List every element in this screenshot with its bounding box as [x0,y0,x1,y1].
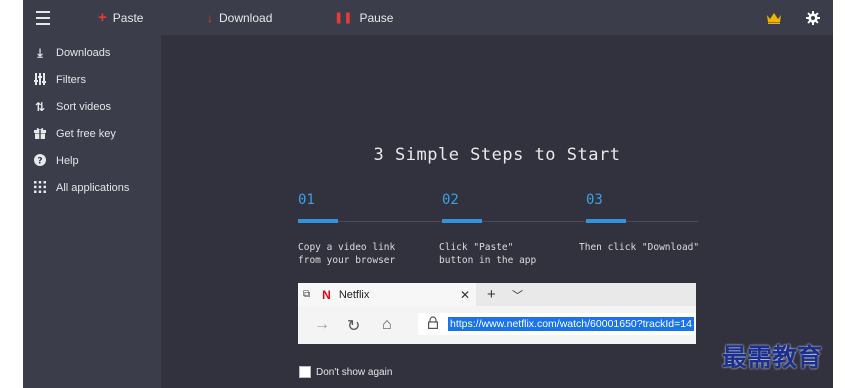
gift-icon [33,127,47,142]
watermark-text: 最需教育 [722,343,823,372]
sidebar-item-filters[interactable]: Filters [23,68,161,92]
sidebar-item-all-applications[interactable]: All applications [23,176,161,200]
step-1-number: 01 [298,192,315,208]
pause-label: Pause [359,10,394,25]
sidebar-item-sort-videos[interactable]: ⇅ Sort videos [23,95,161,119]
dont-show-again-option[interactable]: Don't show again [299,366,392,378]
sidebar-item-get-free-key[interactable]: Get free key [23,122,161,146]
help-icon: ? [33,153,47,169]
step-3-number: 03 [586,192,603,208]
step-1-bar [298,219,338,223]
close-icon: ✕ [460,287,471,302]
step-3-bar [586,219,626,223]
step-2-text: Click "Paste" button in the app [439,242,537,266]
pause-button[interactable]: ❚❚ Pause [334,0,393,35]
new-tab-icon: + [487,286,496,303]
forward-arrow-icon: → [314,316,330,333]
chevron-down-icon: ﹀ [512,290,523,302]
refresh-icon: ↻ [347,318,361,335]
browser-address-row: → ↻ ⌂ https://www.netflix.com/watch/6000… [298,306,696,344]
paste-label: Paste [112,10,144,25]
pause-icon: ❚❚ [334,12,353,24]
svg-text:?: ? [37,156,42,166]
top-toolbar: + Paste ↓ Download ❚❚ Pause [23,0,833,35]
sidebar-item-help[interactable]: ? Help [23,149,161,173]
sidebar-item-label: Get free key [56,128,116,140]
dont-show-label: Don't show again [316,366,393,378]
paste-button[interactable]: + Paste [98,0,143,35]
step-2-bar [442,219,482,223]
download-icon: ⤓ [37,45,43,60]
lock-icon [428,316,439,332]
steps-heading: 3 Simple Steps to Start [373,145,621,165]
filters-icon [33,72,47,88]
menu-icon[interactable] [35,0,51,35]
tab-title: Netflix [338,288,370,301]
sidebar-item-label: Filters [56,74,86,86]
tab-preview-icon: ⧉ [303,289,311,300]
browser-tab: ⧉ N Netflix ✕ [298,283,476,306]
main-content: 3 Simple Steps to Start 01 Copy a video … [161,35,833,388]
download-arrow-icon: ↓ [207,10,213,25]
sort-icon: ⇅ [34,100,46,114]
download-label: Download [219,10,273,25]
sidebar-item-downloads[interactable]: ⤓ Downloads [23,41,161,65]
netflix-logo-icon: N [322,287,331,302]
sidebar-item-label: Downloads [56,47,111,59]
sidebar: ⤓ Downloads Filters ⇅ Sort videos Get fr… [23,35,161,388]
sidebar-item-label: Sort videos [56,101,112,113]
download-button[interactable]: ↓ Download [207,0,272,35]
sidebar-item-label: All applications [56,182,130,194]
browser-tab-bar: ⧉ N Netflix ✕ + ﹀ [298,283,696,306]
crown-icon[interactable] [766,0,782,35]
browser-illustration: ⧉ N Netflix ✕ + ﹀ → ↻ ⌂ https://www.netf… [298,283,696,344]
step-3-text: Then click "Download" [579,242,700,253]
sidebar-item-label: Help [56,155,79,167]
app-window: + Paste ↓ Download ❚❚ Pause ⤓ Downloads … [23,0,833,388]
steps-progress-track [298,221,698,222]
dont-show-checkbox[interactable] [299,366,311,378]
step-1-text: Copy a video link from your browser [298,242,396,266]
plus-icon: + [98,9,107,26]
gear-icon[interactable] [806,0,820,35]
address-bar: https://www.netflix.com/watch/60001650?t… [418,313,696,335]
home-icon: ⌂ [382,316,392,333]
url-text: https://www.netflix.com/watch/60001650?t… [448,317,694,331]
step-2-number: 02 [442,192,459,208]
grid-icon [33,180,47,196]
